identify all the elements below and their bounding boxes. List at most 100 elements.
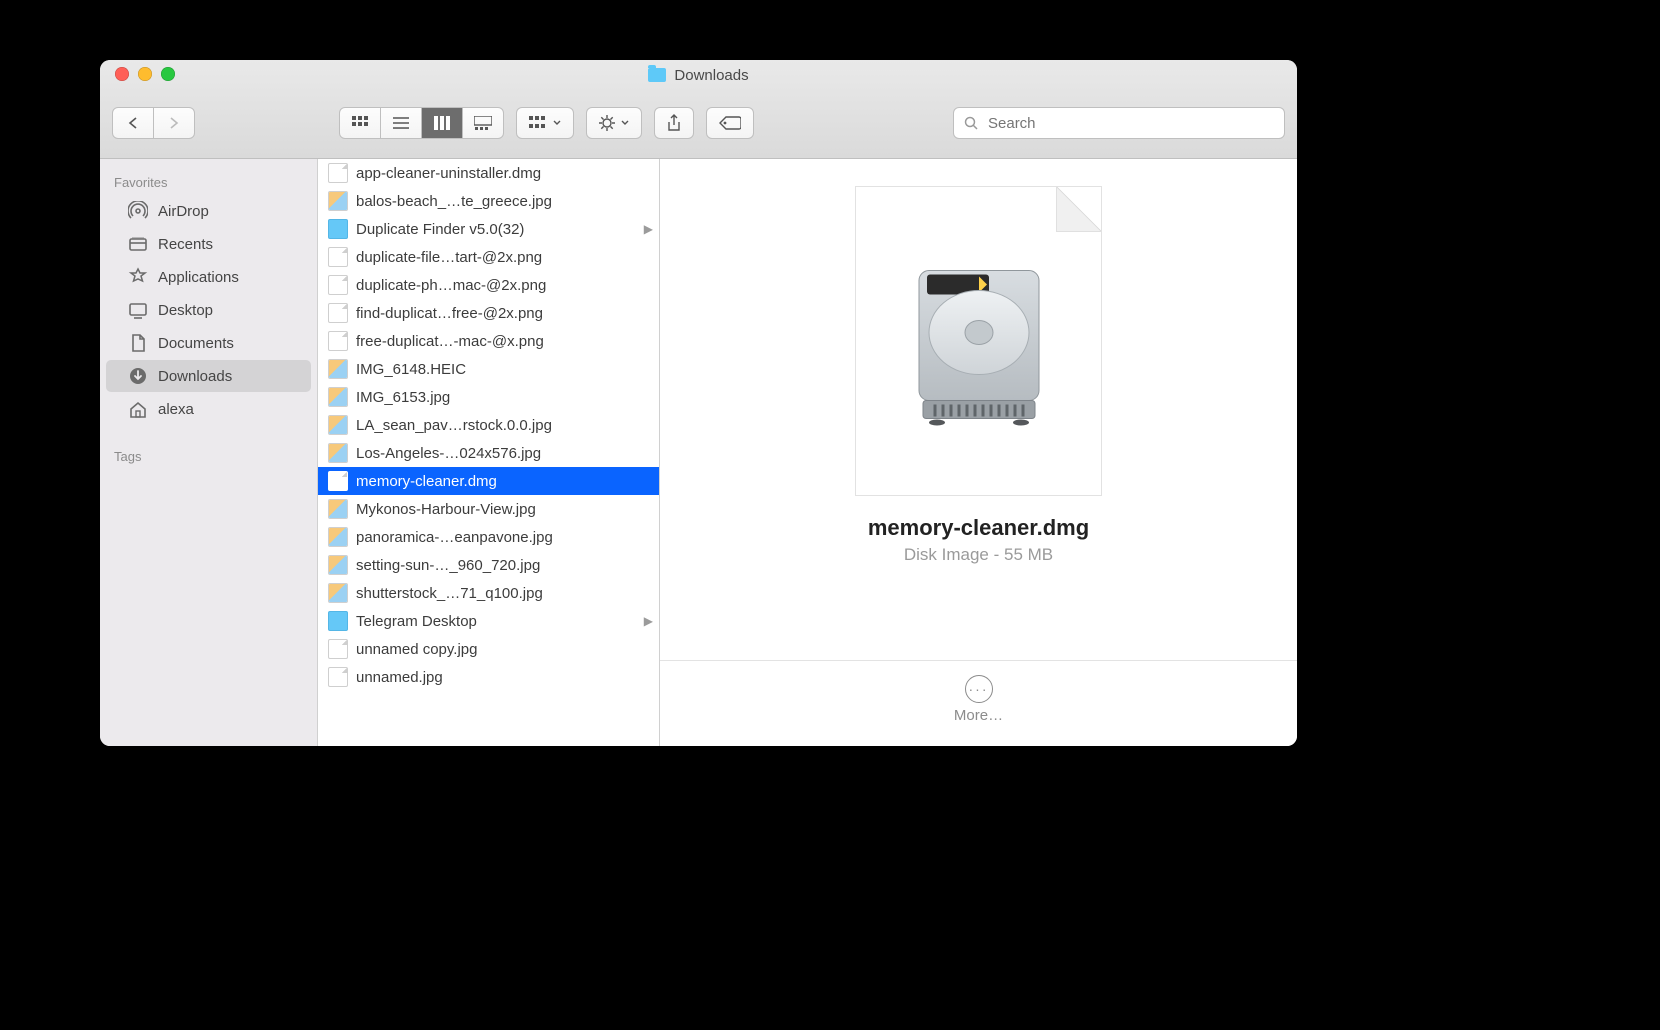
- sidebar-item-documents[interactable]: Documents: [106, 327, 311, 359]
- sidebar-icon: [128, 399, 148, 419]
- file-row[interactable]: Mykonos-Harbour-View.jpg: [318, 495, 659, 523]
- share-icon: [667, 114, 681, 132]
- file-row[interactable]: find-duplicat…free-@2x.png: [318, 299, 659, 327]
- chevron-right-icon: [169, 117, 179, 129]
- list-view-button[interactable]: [381, 108, 422, 138]
- file-row[interactable]: app-cleaner-uninstaller.dmg: [318, 159, 659, 187]
- doc-icon: [328, 639, 348, 659]
- preview-kind: Disk Image - 55 MB: [904, 545, 1053, 565]
- preview-pane: memory-cleaner.dmg Disk Image - 55 MB ··…: [660, 159, 1297, 746]
- file-name: Mykonos-Harbour-View.jpg: [356, 501, 649, 518]
- file-row[interactable]: IMG_6153.jpg: [318, 383, 659, 411]
- search-icon: [964, 116, 978, 130]
- traffic-lights: [115, 67, 175, 81]
- sidebar-icon: [128, 366, 148, 386]
- nav-back-forward: [112, 107, 195, 139]
- chevron-right-icon: ▶: [644, 614, 653, 628]
- file-list-column[interactable]: app-cleaner-uninstaller.dmg balos-beach_……: [318, 159, 660, 746]
- file-row[interactable]: unnamed copy.jpg: [318, 635, 659, 663]
- file-name: duplicate-file…tart-@2x.png: [356, 249, 649, 266]
- more-label: More…: [954, 707, 1003, 724]
- action-menu-button[interactable]: [586, 107, 642, 139]
- group-icon: [529, 116, 547, 130]
- more-button[interactable]: ···: [965, 675, 993, 703]
- img-icon: [328, 499, 348, 519]
- icon-view-button[interactable]: [340, 108, 381, 138]
- doc-icon: [328, 667, 348, 687]
- doc-icon: [328, 247, 348, 267]
- sidebar-item-recents[interactable]: Recents: [106, 228, 311, 260]
- file-name: Los-Angeles-…024x576.jpg: [356, 445, 649, 462]
- file-name: setting-sun-…_960_720.jpg: [356, 557, 649, 574]
- file-row[interactable]: setting-sun-…_960_720.jpg: [318, 551, 659, 579]
- search-field[interactable]: [953, 107, 1285, 139]
- file-row[interactable]: unnamed.jpg: [318, 663, 659, 691]
- file-row[interactable]: shutterstock_…71_q100.jpg: [318, 579, 659, 607]
- toolbar: [100, 90, 1297, 158]
- zoom-window-button[interactable]: [161, 67, 175, 81]
- sidebar-item-applications[interactable]: Applications: [106, 261, 311, 293]
- gear-icon: [599, 115, 615, 131]
- file-name: shutterstock_…71_q100.jpg: [356, 585, 649, 602]
- file-row[interactable]: Telegram Desktop▶: [318, 607, 659, 635]
- finder-window: Downloads: [100, 60, 1297, 746]
- file-row[interactable]: free-duplicat…-mac-@x.png: [318, 327, 659, 355]
- sidebar-icon: [128, 201, 148, 221]
- file-row[interactable]: LA_sean_pav…rstock.0.0.jpg: [318, 411, 659, 439]
- file-row[interactable]: IMG_6148.HEIC: [318, 355, 659, 383]
- img-icon: [328, 387, 348, 407]
- chevron-left-icon: [128, 117, 138, 129]
- file-name: app-cleaner-uninstaller.dmg: [356, 165, 649, 182]
- window-title: Downloads: [648, 67, 748, 84]
- file-name: duplicate-ph…mac-@2x.png: [356, 277, 649, 294]
- chevron-right-icon: ▶: [644, 222, 653, 236]
- titlebar: Downloads: [100, 60, 1297, 159]
- share-button[interactable]: [654, 107, 694, 139]
- group-by-button[interactable]: [516, 107, 574, 139]
- minimize-window-button[interactable]: [138, 67, 152, 81]
- sidebar-item-airdrop[interactable]: AirDrop: [106, 195, 311, 227]
- forward-button[interactable]: [154, 108, 194, 138]
- tags-button[interactable]: [706, 107, 754, 139]
- file-row[interactable]: memory-cleaner.dmg: [318, 467, 659, 495]
- doc-icon: [328, 303, 348, 323]
- file-name: unnamed copy.jpg: [356, 641, 649, 658]
- tag-icon: [719, 115, 741, 131]
- gallery-view-button[interactable]: [463, 108, 503, 138]
- file-row[interactable]: balos-beach_…te_greece.jpg: [318, 187, 659, 215]
- sidebar-item-label: Recents: [158, 236, 213, 253]
- file-row[interactable]: duplicate-file…tart-@2x.png: [318, 243, 659, 271]
- doc-icon: [328, 275, 348, 295]
- back-button[interactable]: [113, 108, 154, 138]
- sidebar-item-label: Downloads: [158, 368, 232, 385]
- file-row[interactable]: panoramica-…eanpavone.jpg: [318, 523, 659, 551]
- preview-filename: memory-cleaner.dmg: [868, 515, 1089, 541]
- file-name: find-duplicat…free-@2x.png: [356, 305, 649, 322]
- folder-icon: [328, 219, 348, 239]
- close-window-button[interactable]: [115, 67, 129, 81]
- sidebar-item-alexa[interactable]: alexa: [106, 393, 311, 425]
- sidebar-icon: [128, 234, 148, 254]
- file-row[interactable]: Los-Angeles-…024x576.jpg: [318, 439, 659, 467]
- file-name: free-duplicat…-mac-@x.png: [356, 333, 649, 350]
- img-icon: [328, 555, 348, 575]
- chevron-down-icon: [621, 120, 629, 126]
- search-input[interactable]: [986, 114, 1274, 133]
- sidebar-item-downloads[interactable]: Downloads: [106, 360, 311, 392]
- doc-icon: [328, 163, 348, 183]
- sidebar-item-desktop[interactable]: Desktop: [106, 294, 311, 326]
- sidebar-item-label: Applications: [158, 269, 239, 286]
- img-icon: [328, 583, 348, 603]
- file-name: balos-beach_…te_greece.jpg: [356, 193, 649, 210]
- column-view-button[interactable]: [422, 108, 463, 138]
- list-icon: [393, 117, 409, 129]
- window-title-text: Downloads: [674, 67, 748, 84]
- file-row[interactable]: Duplicate Finder v5.0(32)▶: [318, 215, 659, 243]
- img-icon: [328, 415, 348, 435]
- file-name: memory-cleaner.dmg: [356, 473, 649, 490]
- file-row[interactable]: duplicate-ph…mac-@2x.png: [318, 271, 659, 299]
- sidebar: Favorites AirDropRecentsApplicationsDesk…: [100, 159, 318, 746]
- doc-icon: [328, 471, 348, 491]
- gallery-icon: [474, 116, 492, 130]
- file-name: LA_sean_pav…rstock.0.0.jpg: [356, 417, 649, 434]
